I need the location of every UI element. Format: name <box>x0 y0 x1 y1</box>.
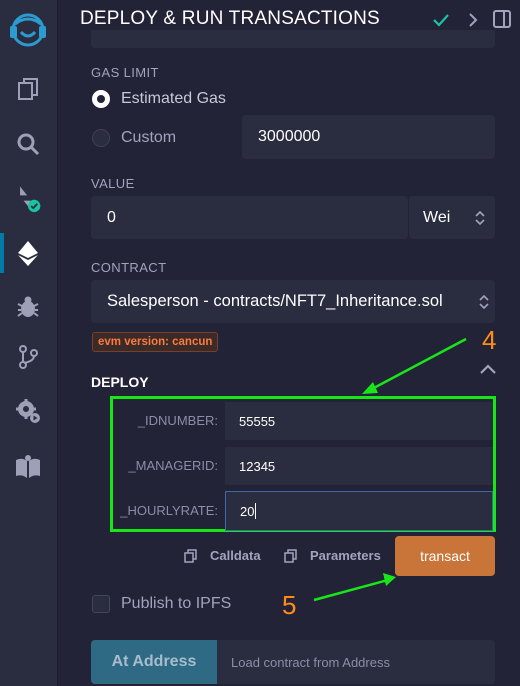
arrow-to-deploy-box <box>362 337 467 394</box>
annotation-arrows <box>313 337 467 602</box>
arrow-to-transact <box>313 573 396 602</box>
